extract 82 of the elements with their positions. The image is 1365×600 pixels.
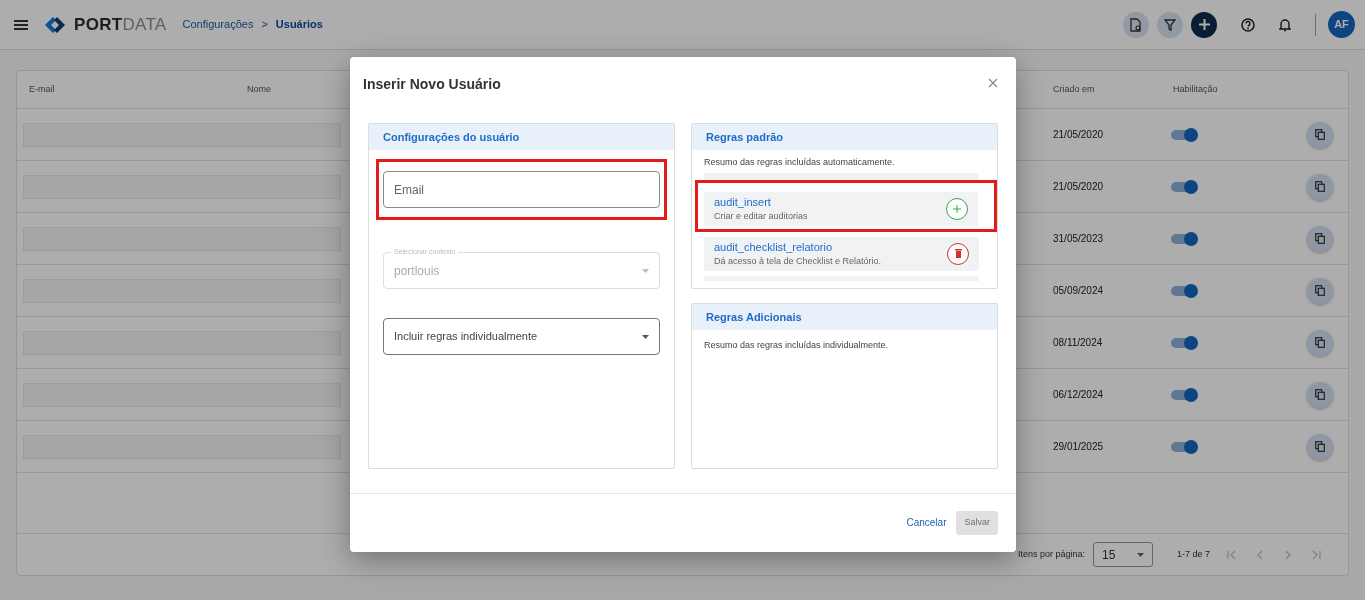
chevron-left-icon bbox=[1255, 549, 1265, 560]
toggle-switch[interactable] bbox=[1171, 337, 1197, 348]
toggle-switch[interactable] bbox=[1171, 285, 1197, 296]
notifications-button[interactable] bbox=[1279, 17, 1291, 32]
rule-name: audit_checklist_relatorio bbox=[714, 239, 833, 255]
panel-description: Resumo das regras incluídas individualmente. bbox=[703, 339, 890, 352]
rule-name: audit_insert bbox=[714, 194, 772, 210]
chevron-right-icon bbox=[1283, 549, 1293, 560]
pagination-range: 1-7 de 7 bbox=[1176, 547, 1210, 561]
panel-description: Resumo das regras incluídas automaticamente. bbox=[704, 156, 896, 169]
table-cell-text: 06/12/2024 bbox=[1053, 388, 1105, 402]
breadcrumb-link[interactable]: Configurações bbox=[182, 16, 254, 33]
panel-title: Regras Adicionais bbox=[692, 304, 997, 330]
menu-button[interactable] bbox=[14, 19, 28, 30]
copy-icon bbox=[1315, 337, 1325, 348]
column-header: Nome bbox=[247, 83, 271, 94]
table-cell-text: 08/11/2024 bbox=[1053, 336, 1104, 350]
add-rule-button[interactable] bbox=[946, 197, 968, 220]
table-cell-text: 29/01/2025 bbox=[1053, 440, 1105, 454]
rule-description: Dá acesso à tela de Checklist e Relatório. bbox=[714, 255, 883, 268]
remove-rule-button[interactable] bbox=[947, 242, 969, 265]
plus-icon bbox=[953, 204, 961, 213]
logo-text: PORT bbox=[74, 14, 123, 34]
caret-icon bbox=[642, 268, 649, 273]
caret-icon bbox=[642, 334, 649, 339]
chevron-bar-left-icon bbox=[1227, 549, 1237, 560]
copy-button[interactable] bbox=[1307, 225, 1333, 252]
email-field[interactable]: Email bbox=[383, 171, 660, 208]
trash-icon bbox=[954, 249, 962, 258]
plus-icon bbox=[1198, 19, 1210, 30]
toggle-switch[interactable] bbox=[1171, 389, 1197, 400]
filter-button[interactable] bbox=[1157, 11, 1183, 38]
rules-select[interactable]: Incluir regras individualmente bbox=[383, 318, 660, 355]
pagination-label: Itens por página: bbox=[1017, 547, 1085, 561]
document-search-icon bbox=[1130, 17, 1142, 32]
caret-icon bbox=[1136, 552, 1144, 557]
close-icon bbox=[988, 77, 998, 88]
table-cell-text: 05/09/2024 bbox=[1053, 284, 1105, 298]
copy-button[interactable] bbox=[1307, 381, 1333, 408]
bell-icon bbox=[1279, 17, 1291, 32]
add-button[interactable] bbox=[1191, 11, 1217, 38]
copy-icon bbox=[1315, 389, 1325, 400]
copy-icon bbox=[1315, 129, 1325, 140]
dialog-title: Inserir Novo Usuário bbox=[363, 75, 501, 94]
table-cell-text: 21/05/2020 bbox=[1053, 180, 1105, 194]
select-value: 15 bbox=[1101, 546, 1116, 564]
copy-button[interactable] bbox=[1307, 173, 1333, 200]
column-header: E-mail bbox=[29, 83, 55, 94]
toggle-switch[interactable] bbox=[1171, 181, 1197, 192]
report-button[interactable] bbox=[1123, 11, 1149, 38]
page-size-select[interactable]: 15 bbox=[1092, 542, 1153, 567]
copy-button[interactable] bbox=[1307, 433, 1333, 460]
toggle-switch[interactable] bbox=[1171, 441, 1197, 452]
filter-icon bbox=[1164, 18, 1176, 31]
user-avatar[interactable]: AF bbox=[1328, 11, 1355, 38]
toggle-switch[interactable] bbox=[1171, 233, 1197, 244]
help-button[interactable] bbox=[1241, 17, 1255, 32]
panel-title: Configurações do usuário bbox=[369, 124, 674, 150]
panel-title: Regras padrão bbox=[692, 124, 997, 150]
copy-icon bbox=[1315, 285, 1325, 296]
select-placeholder: Incluir regras individualmente bbox=[394, 329, 538, 345]
copy-button[interactable] bbox=[1307, 121, 1333, 148]
breadcrumb-link[interactable]: Usuários bbox=[275, 16, 323, 33]
logo-icon bbox=[44, 15, 66, 34]
copy-icon bbox=[1315, 441, 1325, 452]
copy-icon bbox=[1315, 181, 1325, 192]
copy-button[interactable] bbox=[1307, 329, 1333, 356]
column-header: Criado em bbox=[1053, 83, 1095, 94]
copy-button[interactable] bbox=[1307, 277, 1333, 304]
copy-icon bbox=[1315, 233, 1325, 244]
column-header: Habilitação bbox=[1173, 83, 1218, 94]
logo-text: DATA bbox=[122, 14, 167, 34]
menu-icon bbox=[14, 19, 28, 30]
breadcrumb-separator: > bbox=[261, 17, 268, 33]
table-cell-text: 31/05/2023 bbox=[1053, 232, 1105, 246]
select-value: portlouis bbox=[394, 262, 440, 280]
toggle-switch[interactable] bbox=[1171, 129, 1197, 140]
cancel-button[interactable]: Cancelar bbox=[900, 515, 953, 531]
rule-description: Criar e editar auditorias bbox=[714, 210, 809, 223]
help-icon bbox=[1241, 17, 1255, 32]
table-cell-text: 21/05/2020 bbox=[1053, 128, 1105, 142]
chevron-bar-right-icon bbox=[1311, 549, 1321, 560]
